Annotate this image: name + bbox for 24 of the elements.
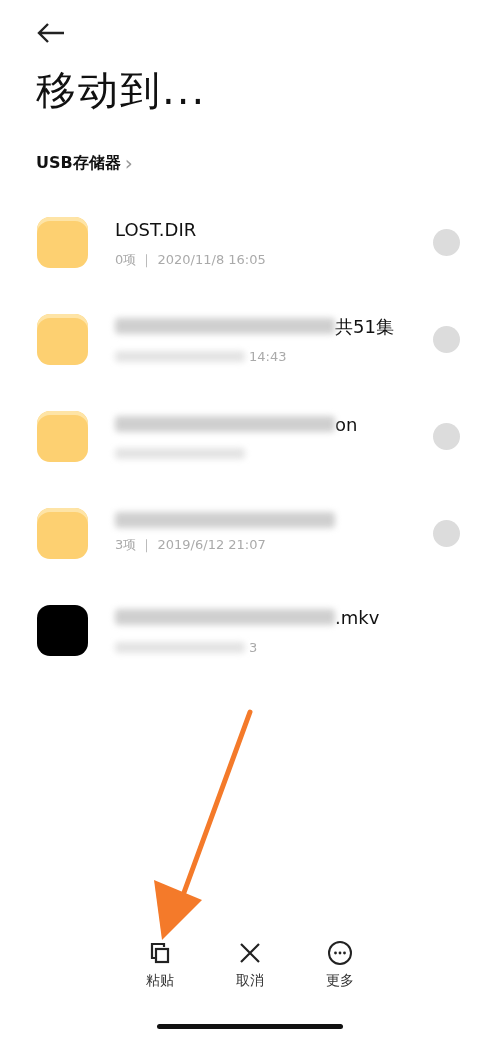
folder-icon (37, 217, 88, 268)
page-title: 移动到... (36, 66, 208, 114)
file-details: 3 (249, 638, 258, 657)
radio-button[interactable] (433, 520, 460, 547)
file-name: 共51集 (335, 314, 394, 339)
more-button[interactable]: 更多 (313, 940, 367, 991)
file-details: 14:43 (249, 347, 287, 366)
paste-button[interactable]: 粘贴 (133, 940, 187, 991)
folder-icon (37, 314, 88, 365)
radio-button[interactable] (433, 229, 460, 256)
back-arrow-icon[interactable] (36, 21, 66, 44)
folder-icon (37, 508, 88, 559)
video-thumbnail (37, 605, 88, 656)
file-name: on (335, 412, 358, 437)
folder-icon (37, 411, 88, 462)
breadcrumb-link[interactable]: USB存储器 › (36, 148, 133, 178)
radio-button[interactable] (433, 423, 460, 450)
file-name: .mkv (335, 605, 380, 630)
file-details: 0项 ｜ 2020/11/8 16:05 (115, 250, 266, 270)
file-name: LOST.DIR (115, 217, 197, 242)
more-icon (327, 940, 353, 966)
cancel-button[interactable]: 取消 (223, 940, 277, 991)
file-details: 3项 ｜ 2019/6/12 21:07 (115, 536, 266, 555)
radio-button[interactable] (433, 326, 460, 353)
